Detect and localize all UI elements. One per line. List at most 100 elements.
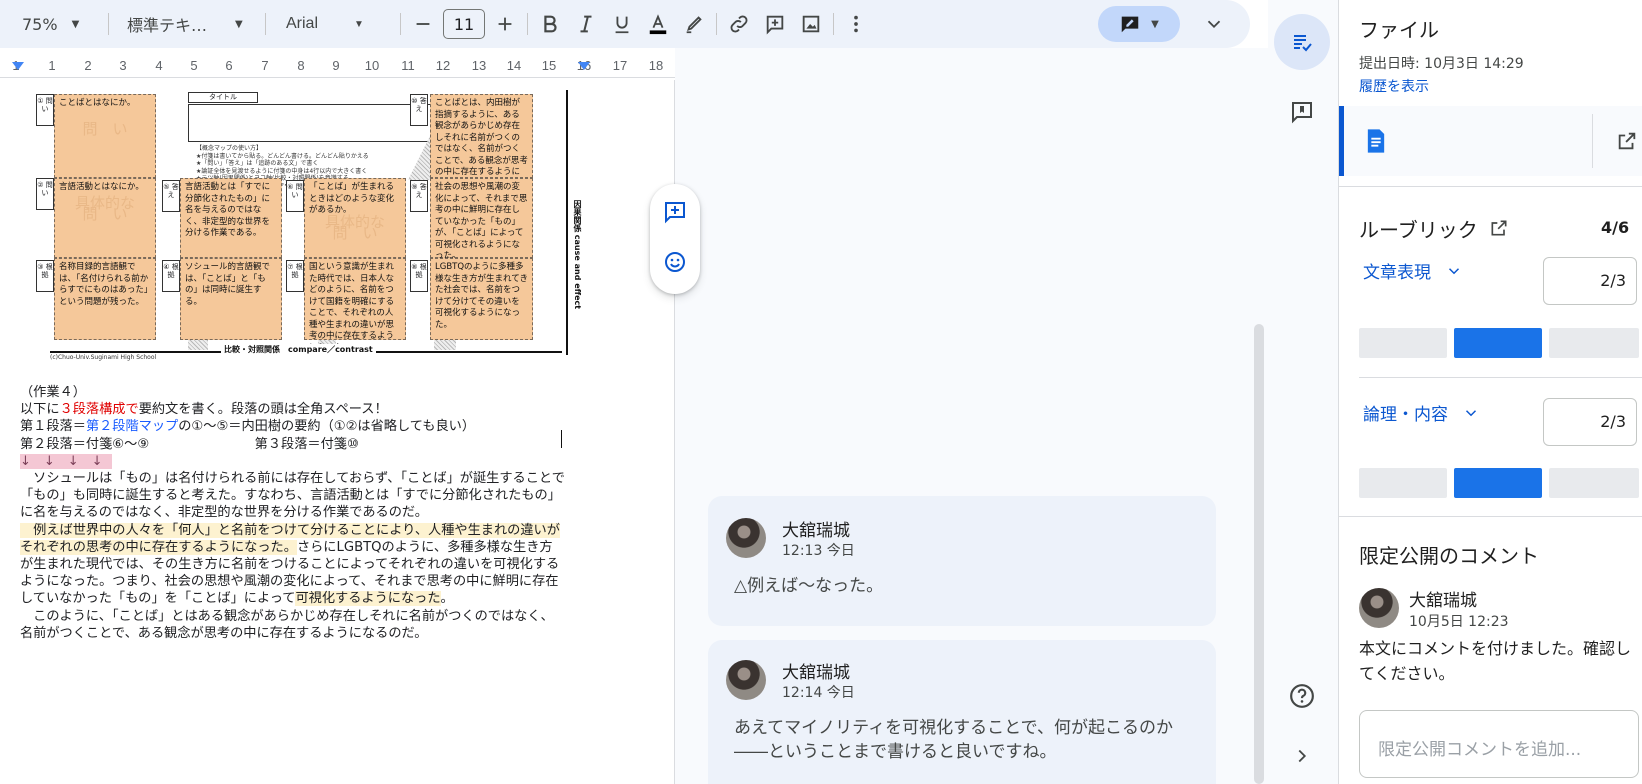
ruler-number: 18 (648, 58, 664, 73)
paragraph-style-value: 標準テキ… (127, 16, 208, 35)
highlighter-icon (686, 16, 702, 34)
chevron-down-icon (1207, 20, 1221, 29)
expand-panel-button[interactable] (1274, 728, 1330, 784)
decrease-font-size-button[interactable] (405, 6, 441, 42)
grading-tab-button[interactable] (1274, 14, 1330, 70)
ruler-number: 4 (155, 58, 163, 73)
insert-link-button[interactable] (721, 6, 757, 42)
rubric-level-2-selected[interactable] (1454, 328, 1542, 358)
compare-contrast-axis-label: 比較・対照関係 compare／contrast (221, 344, 376, 355)
comment-card[interactable]: 大舘瑞城 12:14 今日 あえてマイノリティを可視化することで、何が起こるのか… (708, 640, 1216, 784)
underline-icon (615, 16, 629, 34)
comment-card[interactable]: 大舘瑞城 12:13 今日 △例えば〜なった。 (708, 496, 1216, 626)
sticky-note-1: ことばとはなにか。 問 い (54, 94, 156, 178)
italic-button[interactable] (568, 6, 604, 42)
help-button[interactable] (1274, 668, 1330, 724)
rubric-level-1[interactable] (1359, 468, 1447, 498)
open-in-new-icon[interactable] (1489, 218, 1509, 238)
comment-bank-button[interactable] (1274, 84, 1330, 140)
ruler-number: 3 (119, 58, 127, 73)
criterion-name: 論理・内容 (1363, 405, 1448, 425)
add-comment-icon[interactable] (663, 200, 687, 224)
font-family-value: Arial (286, 15, 319, 32)
document-body-text[interactable]: （作業４） 以下に３段落構成で要約文を書く。段落の頭は全角スペース！ 第１段落＝… (20, 384, 565, 642)
rubric-criterion-toggle[interactable]: 論理・内容 (1363, 400, 1480, 425)
ruler-baseline (0, 77, 675, 78)
private-comment-author: 大舘瑞城 (1409, 591, 1477, 611)
sticky-note-6-text: 「ことば」が生まれるときはどのような変化があるか。 (309, 182, 395, 215)
text-color-button[interactable] (640, 6, 676, 42)
ruler-number: 1 (48, 58, 56, 73)
sticky-note-10: ことばとは、内田樹が指摘するように、ある観念があらかじめ存在しそれに名前がつくの… (430, 94, 533, 189)
horizontal-ruler[interactable]: 1 1 2 3 4 5 6 7 8 9 10 11 12 13 14 15 16… (0, 56, 675, 78)
chevron-down-icon: ▼ (354, 18, 364, 30)
chevron-down-icon: ▼ (1151, 18, 1159, 30)
hide-menus-button[interactable] (1196, 6, 1232, 42)
ruler-number: 8 (297, 58, 305, 73)
bold-button[interactable] (532, 6, 568, 42)
sticky-note-7: 国という意識が生まれた時代では、日本人などのように、名前をつけて国籍を明確にする… (304, 258, 406, 353)
zoom-select[interactable]: 75% ▼ (0, 0, 104, 48)
private-comment-time: 10月5日 12:23 (1409, 614, 1509, 630)
suggest-edit-icon (1121, 16, 1139, 33)
label-n4: ④ 根拠 (162, 260, 180, 292)
highlight-color-button[interactable] (676, 6, 712, 42)
underline-button[interactable] (604, 6, 640, 42)
scrollbar-thumb[interactable] (1254, 324, 1264, 784)
private-comment-body: 本文にコメントを付けました。確認してください。 (1359, 639, 1632, 683)
rubric-title: ルーブリック (1359, 218, 1478, 242)
left-indent-marker[interactable] (12, 62, 24, 70)
red-emphasis: ３段落構成で (59, 402, 139, 418)
section-divider (1339, 186, 1642, 187)
label-n9: ⑨ 答え (410, 180, 428, 212)
paragraph-style-select[interactable]: 標準テキ… ▼ (113, 0, 261, 48)
chevron-down-icon: ▼ (71, 18, 80, 30)
right-indent-marker[interactable] (578, 62, 590, 70)
rubric-level-2-selected[interactable] (1454, 468, 1542, 498)
emoji-reaction-icon[interactable] (663, 250, 687, 274)
file-row-divider (1592, 114, 1593, 168)
increase-font-size-button[interactable] (487, 6, 523, 42)
private-comment-input[interactable]: 限定公開コメントを追加... (1359, 710, 1639, 778)
view-history-link[interactable]: 履歴を表示 (1359, 76, 1429, 96)
formatting-toolbar: 75% ▼ 標準テキ… ▼ Arial ▼ 11 ▼ (0, 0, 1250, 48)
open-in-new-icon[interactable] (1616, 130, 1638, 152)
title-box (188, 104, 434, 142)
add-comment-button[interactable] (757, 6, 793, 42)
down-arrows: ↓ ↓ ↓ ↓ (20, 453, 112, 469)
font-size-input[interactable]: 11 (443, 9, 485, 39)
sticky-note-3-text: 名称目録的言語観では、「名付けられる前からすでにものはあった」という問題が残った… (59, 262, 149, 307)
chevron-down-icon (1448, 267, 1460, 274)
rubric-criterion-toggle[interactable]: 文章表現 (1363, 258, 1463, 283)
text-color-icon (649, 14, 667, 35)
rubric-level-3[interactable] (1549, 468, 1639, 498)
more-options-button[interactable] (838, 6, 874, 42)
sticky-note-2: 言語活動とはなにか。 具体的な 問 い (54, 178, 156, 258)
sticky-note-10-text: ことばとは、内田樹が指摘するように、ある観念があらかじめ存在しそれに名前がつくの… (435, 98, 528, 189)
sticky-note-1-text: ことばとはなにか。 (59, 98, 136, 108)
rubric-level-1[interactable] (1359, 328, 1447, 358)
comment-author: 大舘瑞城 (782, 663, 850, 683)
section-divider (1359, 377, 1642, 378)
label-n3: ③ 根拠 (36, 260, 54, 292)
attached-file-row[interactable] (1339, 106, 1642, 176)
comment-body: △例えば〜なった。 (734, 576, 884, 596)
plus-icon (498, 17, 512, 31)
panel-title: ファイル (1359, 18, 1439, 42)
criterion-score-input[interactable]: 2/3 (1543, 398, 1637, 446)
sticky-note-5: 言語活動とは「すでに分節化されたもの」に名を与えるのではなく、非定型的な世界を分… (180, 178, 282, 258)
sticky-note-7-text: 国という意識が生まれた時代では、日本人などのように、名前をつけて国籍を明確にする… (309, 262, 395, 353)
criterion-score-input[interactable]: 2/3 (1543, 257, 1637, 305)
ruler-number: 11 (401, 58, 415, 73)
link-icon (730, 15, 748, 33)
font-family-select[interactable]: Arial ▼ (270, 0, 396, 48)
commented-highlight[interactable]: 可視化するようになった (295, 591, 441, 607)
rubric-level-3[interactable] (1549, 328, 1639, 358)
editing-mode-button[interactable]: ▼ (1098, 6, 1180, 42)
toolbar-divider (833, 13, 834, 35)
label-n8: ⑧ 根拠 (410, 260, 428, 292)
insert-image-button[interactable] (793, 6, 829, 42)
sticky-note-3: 名称目録的言語観では、「名付けられる前からすでにものはあった」という問題が残った… (54, 258, 156, 340)
ruler-number: 14 (506, 58, 522, 73)
add-comment-icon (766, 15, 784, 35)
